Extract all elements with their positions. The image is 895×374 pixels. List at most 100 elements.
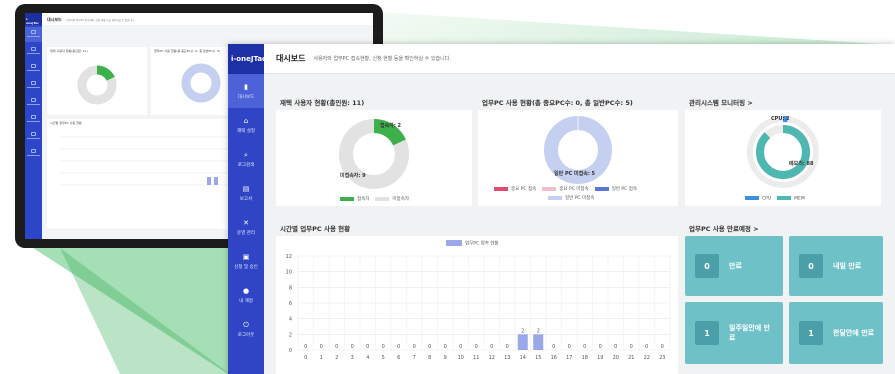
back-nav-item bbox=[25, 61, 42, 76]
data-label: 0 bbox=[366, 344, 369, 350]
x-tick-label: 18 bbox=[582, 355, 588, 361]
data-label: 0 bbox=[444, 344, 447, 350]
legend-item: 접속자 bbox=[340, 196, 369, 202]
tile-label: 한달안에 만료 bbox=[833, 329, 875, 337]
x-tick-label: 0 bbox=[304, 355, 307, 361]
data-label: 0 bbox=[614, 344, 617, 350]
card-title-link[interactable]: 업무PC 사용 만료예정 > bbox=[689, 223, 759, 233]
nav-label: 대시보드 bbox=[237, 94, 255, 100]
back-nav-item bbox=[25, 27, 42, 42]
nav-dashboard[interactable]: ▮ 대시보드 bbox=[228, 74, 264, 108]
expiry-tile-month[interactable]: 1 한달안에 만료 bbox=[789, 302, 883, 364]
x-tick-label: 13 bbox=[504, 355, 510, 361]
x-tick-label: 20 bbox=[613, 355, 619, 361]
x-tick-label: 17 bbox=[566, 355, 572, 361]
legend-text: 중요 PC 접속 bbox=[511, 187, 537, 192]
pc-slice-label: 일반 PC 미접속: 5 bbox=[554, 171, 596, 177]
legend-item: 일반 PC 접속 bbox=[594, 186, 637, 192]
x-tick-label: 9 bbox=[444, 355, 447, 361]
power-icon: ⏻ bbox=[243, 320, 249, 329]
nav-remote-settings[interactable]: ⌂ 재택 설정 bbox=[228, 108, 264, 142]
x-tick-label: 4 bbox=[366, 355, 369, 361]
data-label: 0 bbox=[304, 344, 307, 350]
data-label: 0 bbox=[490, 344, 493, 350]
back-nav-item bbox=[25, 78, 42, 93]
monitoring-gauge bbox=[747, 116, 819, 188]
sidebar: i-oneJTac ▮ 대시보드 ⌂ 재택 설정 ⌕ 로그검색 ▤ 보고서 ✕ … bbox=[228, 44, 264, 374]
x-tick-label: 12 bbox=[489, 355, 495, 361]
nav-approval[interactable]: ▣ 신청 및 승인 bbox=[228, 244, 264, 278]
page-description: 사용자와 업무PC 접속현황, 신청 현황 등을 확인하실 수 있습니다. bbox=[313, 56, 451, 62]
x-tick-label: 1 bbox=[320, 355, 323, 361]
data-label: 0 bbox=[661, 344, 664, 350]
chart-icon: ▮ bbox=[244, 82, 248, 91]
tile-count: 0 bbox=[799, 254, 823, 278]
nav-logout[interactable]: ⏻ 로그아웃 bbox=[228, 312, 264, 346]
data-label: 0 bbox=[552, 344, 555, 350]
back-sidebar: i-oneJTac bbox=[25, 13, 42, 239]
approval-icon: ▣ bbox=[242, 252, 250, 261]
disconnected-label: 미접속자: 9 bbox=[340, 173, 366, 179]
back-card-title: 재택 사용자 현황(총인원: 11) bbox=[50, 49, 88, 53]
data-label: 0 bbox=[382, 344, 385, 350]
back-nav-item bbox=[25, 44, 42, 59]
data-label: 0 bbox=[428, 344, 431, 350]
expiry-tile-tomorrow[interactable]: 0 내일 만료 bbox=[789, 236, 883, 296]
tile-count: 1 bbox=[799, 321, 823, 345]
y-tick-label: 6 bbox=[289, 301, 292, 307]
x-tick-label: 3 bbox=[351, 355, 354, 361]
x-tick-label: 16 bbox=[551, 355, 557, 361]
back-nav-item bbox=[25, 95, 42, 110]
data-label: 0 bbox=[351, 344, 354, 350]
data-label: 0 bbox=[599, 344, 602, 350]
data-label: 0 bbox=[459, 344, 462, 350]
page-title: 대시보드 bbox=[276, 54, 306, 63]
data-label: 0 bbox=[583, 344, 586, 350]
x-tick-label: 11 bbox=[473, 355, 479, 361]
data-label: 2 bbox=[537, 328, 540, 334]
tile-label: 만료 bbox=[729, 262, 742, 270]
legend-text: 일반 PC 접속 bbox=[611, 187, 637, 192]
tile-label: 일주일안에 만료 bbox=[729, 324, 771, 342]
data-label: 0 bbox=[645, 344, 648, 350]
expiry-tile-week[interactable]: 1 일주일안에 만료 bbox=[685, 302, 783, 364]
legend-item: 일반 PC 미접속 bbox=[548, 195, 594, 201]
header: 대시보드 사용자와 업무PC 접속현황, 신청 현황 등을 확인하실 수 있습니… bbox=[264, 44, 895, 74]
report-icon: ▤ bbox=[242, 184, 250, 193]
nav-my-account[interactable]: ● 내 계정 bbox=[228, 278, 264, 312]
card-title-link[interactable]: 관리시스템 모니터링 > bbox=[689, 97, 753, 107]
back-card-users: 재택 사용자 현황(총인원: 11) bbox=[47, 47, 147, 115]
legend-item: MEM bbox=[777, 196, 805, 202]
back-logo: i-oneJTac bbox=[25, 13, 42, 25]
nav-label: 로그아웃 bbox=[237, 332, 255, 338]
nav-report[interactable]: ▤ 보고서 bbox=[228, 176, 264, 210]
general-pc-disconnected-slice bbox=[544, 116, 612, 184]
card-title: 업무PC 사용 현황(총 중요PC수: 0, 총 일반PC수: 5) bbox=[482, 99, 633, 107]
app-logo[interactable]: i-oneJTac bbox=[228, 44, 264, 74]
legend-text: CPU bbox=[762, 196, 772, 202]
tile-label: 내일 만료 bbox=[833, 262, 862, 270]
x-tick-label: 10 bbox=[458, 355, 464, 361]
expiry-tile-expired[interactable]: 0 만료 bbox=[685, 236, 783, 296]
back-nav-item bbox=[25, 129, 42, 144]
nav-operations[interactable]: ✕ 운영 관리 bbox=[228, 210, 264, 244]
data-label: 0 bbox=[397, 344, 400, 350]
data-label: 0 bbox=[506, 344, 509, 350]
legend-item: 중요 PC 미접속 bbox=[542, 186, 589, 192]
data-label: 2 bbox=[521, 328, 524, 334]
nav-label: 로그검색 bbox=[237, 162, 255, 168]
dashboard-window: i-oneJTac ▮ 대시보드 ⌂ 재택 설정 ⌕ 로그검색 ▤ 보고서 ✕ … bbox=[228, 44, 895, 374]
x-tick-label: 21 bbox=[628, 355, 634, 361]
card-title: 시간별 업무PC 사용 현황 bbox=[280, 225, 351, 233]
card-title: 재택 사용자 현황(총인원: 11) bbox=[280, 99, 365, 107]
x-tick-label: 5 bbox=[382, 355, 385, 361]
user-icon: ● bbox=[242, 286, 250, 295]
bar bbox=[517, 334, 528, 350]
legend-text: 미접속자 bbox=[392, 197, 409, 202]
back-topbar: 대시보드 사용자와 업무PC 접속현황, 신청 현황 등을 확인하실 수 있습니… bbox=[42, 13, 373, 25]
home-settings-icon: ⌂ bbox=[243, 116, 249, 125]
nav-log-search[interactable]: ⌕ 로그검색 bbox=[228, 142, 264, 176]
y-tick-label: 8 bbox=[289, 285, 292, 291]
remote-users-donut bbox=[339, 119, 409, 189]
legend-item: CPU bbox=[745, 196, 771, 202]
